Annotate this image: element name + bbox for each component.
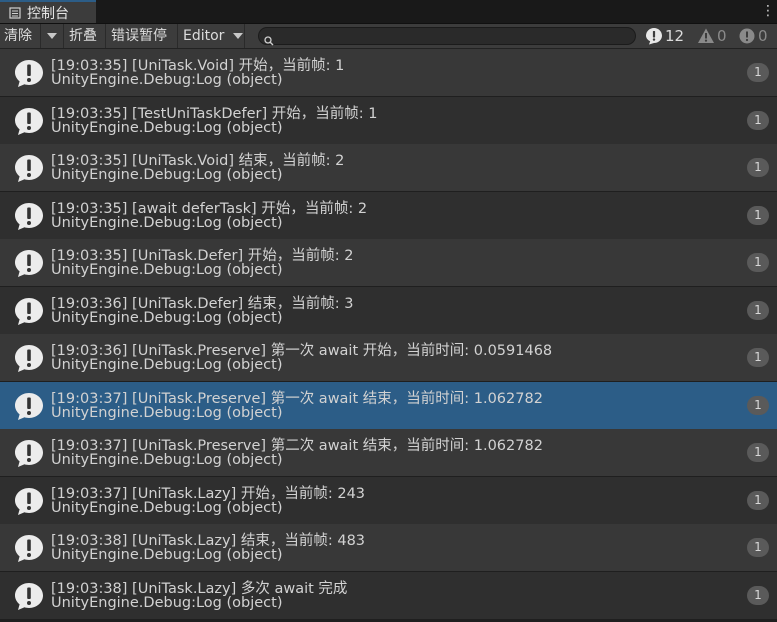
log-entry[interactable]: [19:03:38] [UniTask.Lazy] 多次 await 完成 Uni…: [0, 572, 777, 619]
log-entry[interactable]: [19:03:35] [UniTask.Void] 结束，当前帧: 2 Unity…: [0, 144, 777, 191]
log-stacktrace: UnityEngine.Debug:Log (object): [51, 547, 283, 563]
log-entry[interactable]: [19:03:37] [UniTask.Lazy] 开始，当前帧: 243 Uni…: [0, 477, 777, 524]
log-stacktrace: UnityEngine.Debug:Log (object): [51, 120, 283, 136]
info-icon: [14, 533, 44, 563]
editor-label: Editor: [183, 28, 225, 44]
log-entry[interactable]: [19:03:37] [UniTask.Preserve] 第二次 await …: [0, 429, 777, 476]
log-stacktrace: UnityEngine.Debug:Log (object): [51, 262, 283, 278]
log-list: [19:03:35] [UniTask.Void] 开始，当前帧: 1 Unity…: [0, 49, 777, 622]
clear-button[interactable]: 清除: [0, 24, 41, 48]
log-count-badge: 1: [747, 158, 769, 177]
error-count: 0: [758, 27, 768, 45]
log-stacktrace: UnityEngine.Debug:Log (object): [51, 595, 283, 611]
warning-count: 0: [717, 27, 727, 45]
log-entry[interactable]: [19:03:36] [UniTask.Preserve] 第一次 await …: [0, 334, 777, 381]
log-count-badge: 1: [747, 348, 769, 367]
log-stacktrace: UnityEngine.Debug:Log (object): [51, 215, 283, 231]
collapse-button[interactable]: 折叠: [63, 24, 106, 48]
info-icon: [14, 486, 44, 516]
log-stacktrace: UnityEngine.Debug:Log (object): [51, 167, 283, 183]
warning-count-toggle[interactable]: 0: [697, 24, 727, 48]
log-stacktrace: UnityEngine.Debug:Log (object): [51, 72, 283, 88]
search-field[interactable]: [258, 27, 636, 46]
tab-title: 控制台: [27, 5, 69, 22]
log-entry[interactable]: [19:03:36] [UniTask.Defer] 结束，当前帧: 3 Unit…: [0, 287, 777, 334]
log-entry[interactable]: [19:03:35] [TestUniTaskDefer] 开始，当前帧: 1U…: [0, 97, 777, 144]
info-icon: [646, 28, 662, 45]
info-icon: [14, 391, 44, 421]
console-icon: [9, 6, 21, 19]
search-icon: [264, 31, 274, 46]
chevron-down-icon: [232, 33, 243, 39]
log-entry[interactable]: [19:03:37] [UniTask.Preserve] 第一次 await …: [0, 382, 777, 429]
more-options-icon[interactable]: ⋮: [761, 3, 775, 19]
warning-icon: [698, 28, 714, 43]
log-stacktrace: UnityEngine.Debug:Log (object): [51, 405, 283, 421]
log-count-toggle[interactable]: 12: [645, 24, 684, 48]
log-count-badge: 1: [747, 253, 769, 272]
info-icon: [14, 296, 44, 326]
info-icon: [14, 201, 44, 231]
log-entry[interactable]: [19:03:35] [await deferTask] 开始，当前帧: 2 Un…: [0, 192, 777, 239]
info-icon: [14, 248, 44, 278]
error-pause-button[interactable]: 错误暂停: [106, 24, 178, 48]
info-icon: [14, 343, 44, 373]
console-toolbar: 清除 折叠 错误暂停 Editor 12 0 0: [0, 24, 777, 49]
error-count-toggle[interactable]: 0: [738, 24, 768, 48]
tab-bar: 控制台 ⋮: [0, 0, 777, 24]
log-stacktrace: UnityEngine.Debug:Log (object): [51, 500, 283, 516]
log-count-badge: 1: [747, 491, 769, 510]
chevron-down-icon: [47, 33, 57, 39]
log-entry[interactable]: [19:03:35] [UniTask.Void] 开始，当前帧: 1 Unity…: [0, 49, 777, 96]
log-count-badge: 1: [747, 301, 769, 320]
log-count-badge: 1: [747, 586, 769, 605]
log-count: 12: [665, 27, 685, 45]
log-count-badge: 1: [747, 63, 769, 82]
log-count-badge: 1: [747, 443, 769, 462]
log-stacktrace: UnityEngine.Debug:Log (object): [51, 357, 283, 373]
editor-target-dropdown[interactable]: Editor: [178, 24, 245, 48]
log-stacktrace: UnityEngine.Debug:Log (object): [51, 452, 283, 468]
log-count-badge: 1: [747, 538, 769, 557]
clear-options-dropdown[interactable]: [41, 24, 64, 48]
log-entry[interactable]: [19:03:38] [UniTask.Lazy] 结束，当前帧: 483 Uni…: [0, 524, 777, 571]
info-icon: [14, 438, 44, 468]
info-icon: [14, 58, 44, 88]
info-icon: [14, 153, 44, 183]
info-icon: [14, 106, 44, 136]
log-count-badge: 1: [747, 396, 769, 415]
log-stacktrace: UnityEngine.Debug:Log (object): [51, 310, 283, 326]
tab-console[interactable]: 控制台: [0, 0, 96, 23]
search-input[interactable]: [277, 28, 631, 46]
error-icon: [739, 28, 755, 44]
info-icon: [14, 581, 44, 611]
log-count-badge: 1: [747, 206, 769, 225]
log-entry[interactable]: [19:03:35] [UniTask.Defer] 开始，当前帧: 2 Unit…: [0, 239, 777, 286]
log-count-badge: 1: [747, 111, 769, 130]
